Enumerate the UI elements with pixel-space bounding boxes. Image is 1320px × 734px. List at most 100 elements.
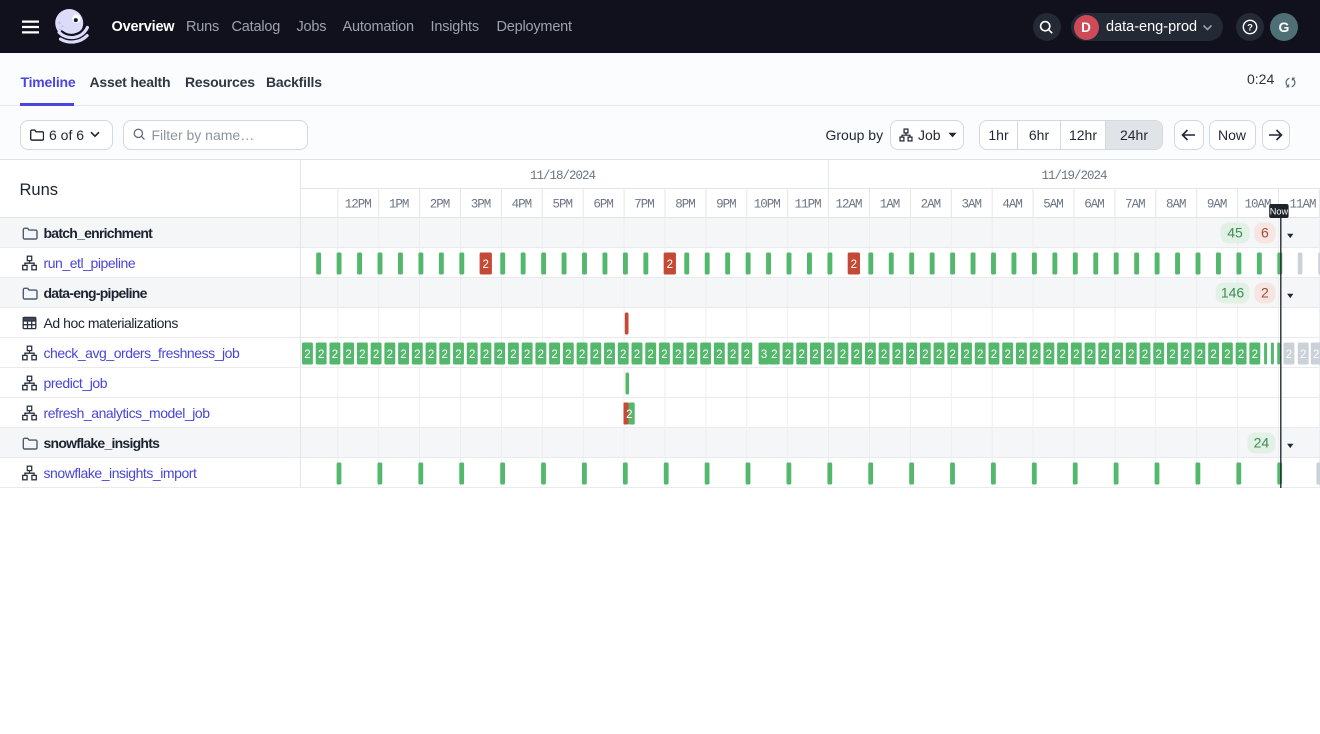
svg-text:2: 2 — [496, 349, 502, 361]
svg-text:2: 2 — [895, 349, 901, 361]
svg-text:6PM: 6PM — [593, 198, 613, 212]
svg-text:2: 2 — [689, 349, 695, 361]
svg-text:2: 2 — [881, 349, 887, 361]
svg-text:146: 146 — [1221, 285, 1245, 301]
svg-text:batch_enrichment: batch_enrichment — [44, 225, 154, 241]
svg-text:Runs: Runs — [20, 181, 59, 199]
svg-text:2: 2 — [1300, 349, 1306, 361]
svg-text:2: 2 — [1046, 349, 1052, 361]
svg-text:11AM: 11AM — [1289, 198, 1316, 212]
svg-text:2: 2 — [551, 349, 557, 361]
svg-text:2: 2 — [606, 349, 612, 361]
svg-text:2: 2 — [304, 349, 310, 361]
svg-text:2: 2 — [1169, 349, 1175, 361]
svg-text:11PM: 11PM — [795, 198, 822, 212]
svg-text:2: 2 — [667, 259, 673, 271]
svg-text:2: 2 — [1286, 349, 1292, 361]
svg-text:5AM: 5AM — [1043, 198, 1063, 212]
svg-text:2: 2 — [771, 349, 777, 361]
svg-text:2: 2 — [414, 349, 420, 361]
svg-text:8AM: 8AM — [1166, 198, 1186, 212]
svg-text:2: 2 — [785, 349, 791, 361]
svg-text:2: 2 — [950, 349, 956, 361]
svg-text:2: 2 — [1018, 349, 1024, 361]
svg-text:2: 2 — [851, 259, 857, 271]
svg-text:2: 2 — [908, 349, 914, 361]
svg-text:2: 2 — [963, 349, 969, 361]
svg-text:2: 2 — [1128, 349, 1134, 361]
svg-text:2: 2 — [1261, 285, 1269, 301]
svg-text:11/18/2024: 11/18/2024 — [530, 169, 596, 183]
svg-text:7AM: 7AM — [1125, 198, 1145, 212]
svg-text:check_avg_orders_freshness_job: check_avg_orders_freshness_job — [44, 345, 241, 361]
svg-text:2: 2 — [867, 349, 873, 361]
svg-text:2: 2 — [716, 349, 722, 361]
svg-text:45: 45 — [1227, 225, 1243, 241]
svg-text:9AM: 9AM — [1207, 198, 1227, 212]
svg-text:11/19/2024: 11/19/2024 — [1042, 169, 1108, 183]
svg-text:2: 2 — [812, 349, 818, 361]
svg-text:2: 2 — [1032, 349, 1038, 361]
svg-text:2: 2 — [442, 349, 448, 361]
svg-text:10PM: 10PM — [754, 198, 781, 212]
svg-text:4PM: 4PM — [512, 198, 532, 212]
svg-text:2: 2 — [1087, 349, 1093, 361]
svg-text:12AM: 12AM — [836, 198, 863, 212]
svg-text:snowflake_insights_import: snowflake_insights_import — [44, 465, 198, 481]
svg-text:2: 2 — [538, 349, 544, 361]
svg-text:2: 2 — [799, 349, 805, 361]
svg-text:2: 2 — [991, 349, 997, 361]
svg-text:2: 2 — [730, 349, 736, 361]
svg-text:6AM: 6AM — [1084, 198, 1104, 212]
svg-text:2AM: 2AM — [921, 198, 941, 212]
svg-text:2: 2 — [387, 349, 393, 361]
svg-text:2: 2 — [332, 349, 338, 361]
svg-text:2: 2 — [1004, 349, 1010, 361]
svg-text:2: 2 — [565, 349, 571, 361]
svg-text:2: 2 — [702, 349, 708, 361]
svg-text:2PM: 2PM — [430, 198, 450, 212]
svg-text:2: 2 — [469, 349, 475, 361]
svg-text:2: 2 — [318, 349, 324, 361]
svg-text:2: 2 — [483, 259, 489, 271]
svg-text:3PM: 3PM — [471, 198, 491, 212]
svg-text:2: 2 — [620, 349, 626, 361]
svg-text:1PM: 1PM — [389, 198, 409, 212]
svg-text:2: 2 — [1238, 349, 1244, 361]
svg-text:2: 2 — [1101, 349, 1107, 361]
svg-text:refresh_analytics_model_job: refresh_analytics_model_job — [44, 405, 211, 421]
svg-text:2: 2 — [661, 349, 667, 361]
svg-text:run_etl_pipeline: run_etl_pipeline — [44, 255, 136, 271]
svg-text:2: 2 — [359, 349, 365, 361]
svg-text:3AM: 3AM — [961, 198, 981, 212]
svg-text:2: 2 — [579, 349, 585, 361]
svg-text:3: 3 — [761, 349, 767, 361]
svg-text:5PM: 5PM — [552, 198, 572, 212]
svg-text:predict_job: predict_job — [44, 375, 108, 391]
svg-text:8PM: 8PM — [675, 198, 695, 212]
svg-text:2: 2 — [1073, 349, 1079, 361]
svg-text:2: 2 — [853, 349, 859, 361]
svg-text:2: 2 — [1252, 349, 1258, 361]
svg-text:2: 2 — [744, 349, 750, 361]
svg-text:2: 2 — [977, 349, 983, 361]
svg-text:Now: Now — [1270, 206, 1289, 216]
svg-text:data-eng-pipeline: data-eng-pipeline — [44, 285, 148, 301]
svg-text:2: 2 — [373, 349, 379, 361]
svg-text:2: 2 — [675, 349, 681, 361]
svg-text:2: 2 — [1313, 349, 1319, 361]
svg-text:2: 2 — [400, 349, 406, 361]
svg-text:7PM: 7PM — [634, 198, 654, 212]
svg-text:2: 2 — [1210, 349, 1216, 361]
svg-text:snowflake_insights: snowflake_insights — [44, 435, 161, 451]
svg-text:2: 2 — [922, 349, 928, 361]
svg-text:2: 2 — [626, 409, 632, 421]
svg-text:2: 2 — [345, 349, 351, 361]
svg-text:2: 2 — [593, 349, 599, 361]
svg-text:2: 2 — [1197, 349, 1203, 361]
svg-text:2: 2 — [1224, 349, 1230, 361]
svg-text:2: 2 — [840, 349, 846, 361]
svg-text:4AM: 4AM — [1002, 198, 1022, 212]
svg-text:2: 2 — [483, 349, 489, 361]
svg-text:2: 2 — [647, 349, 653, 361]
